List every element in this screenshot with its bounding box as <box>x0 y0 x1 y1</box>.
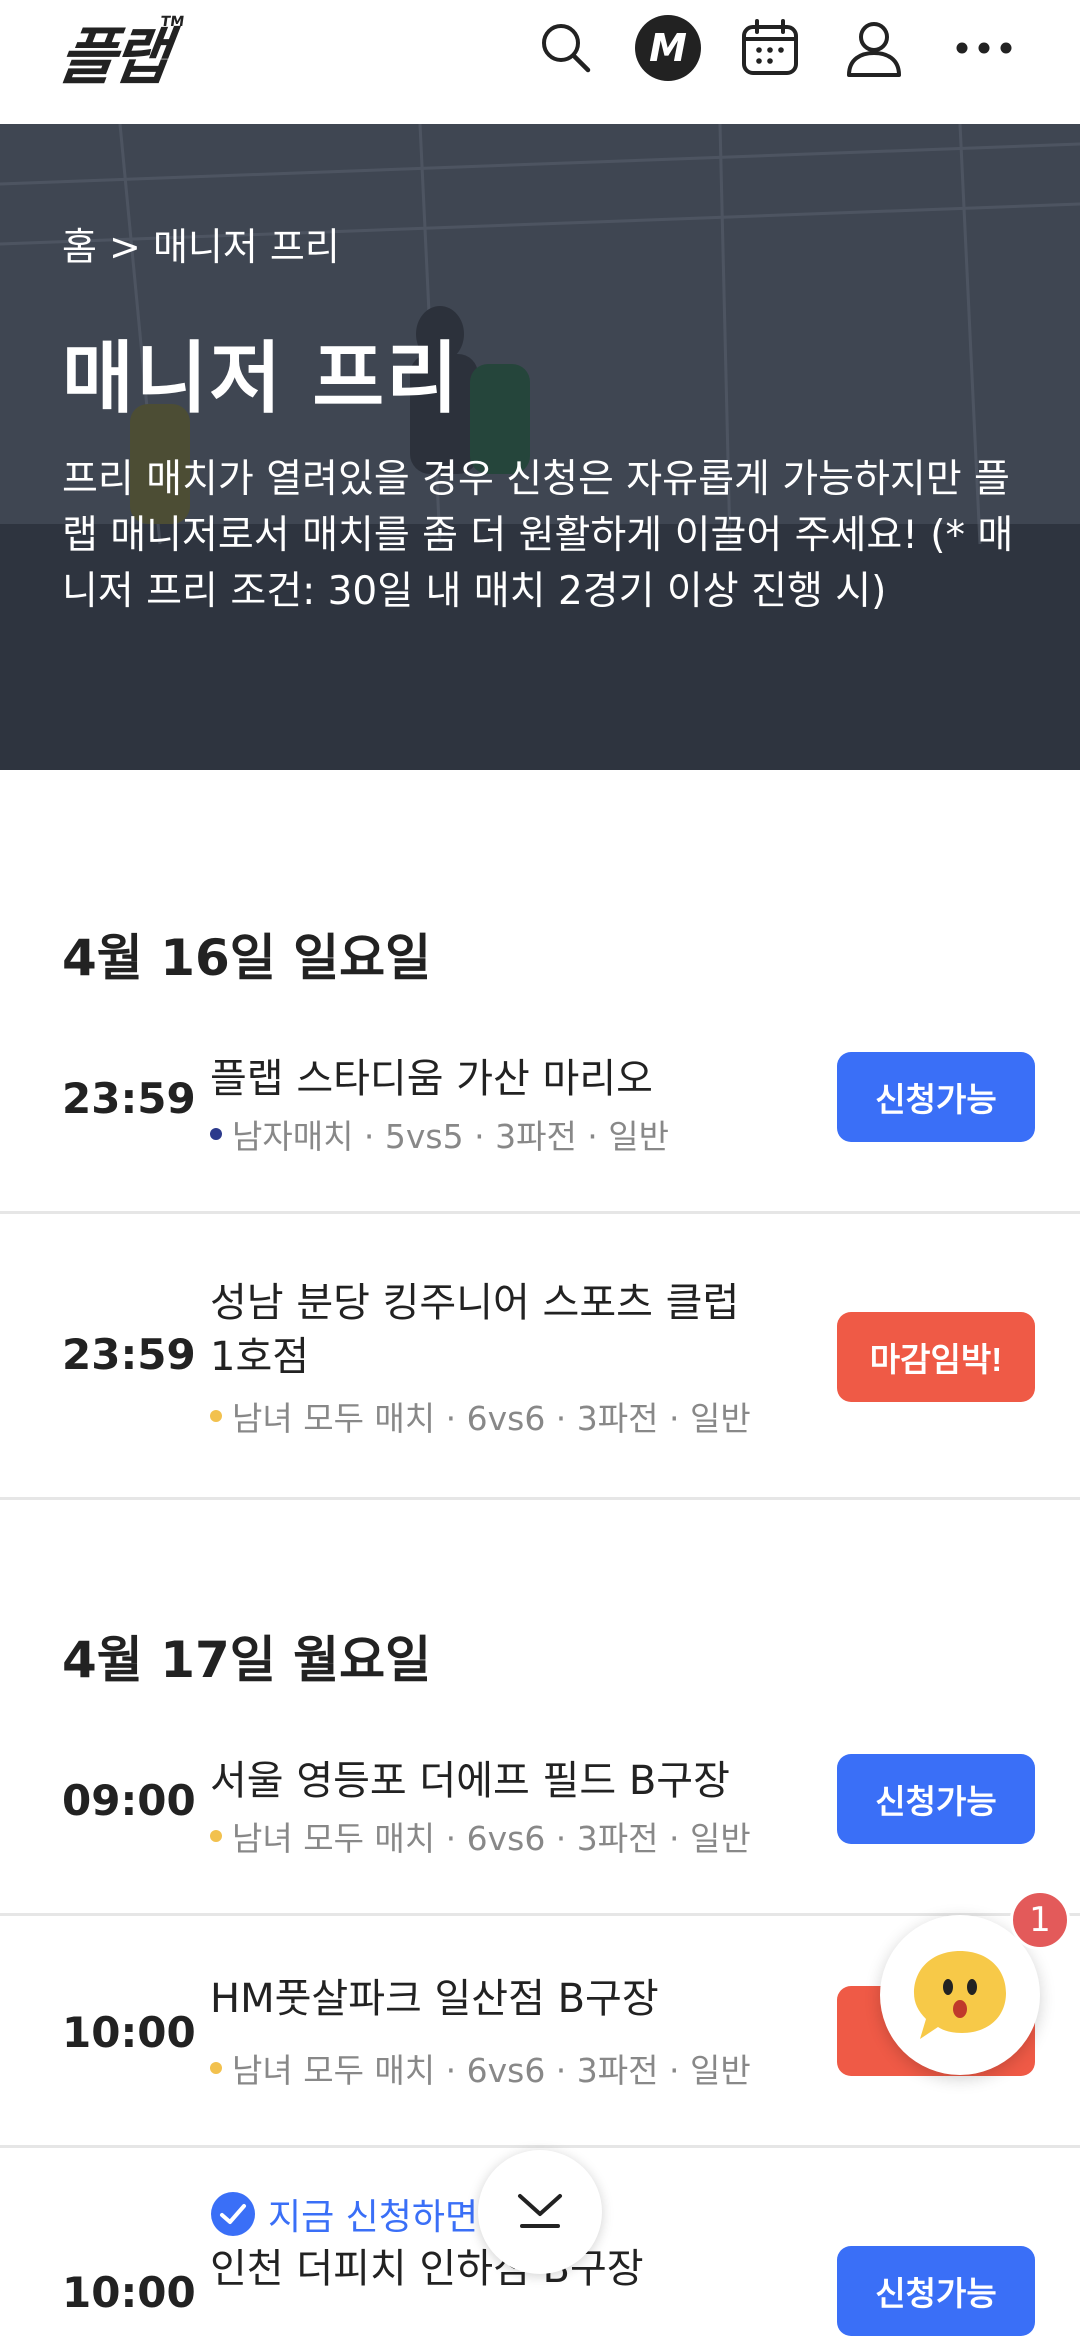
apply-available-button[interactable]: 신청가능 <box>837 2246 1035 2336</box>
chat-face-icon <box>914 1951 1006 2039</box>
page-description: 프리 매치가 열려있을 경우 신청은 자유롭게 가능하지만 플랩 매니저로서 매… <box>62 457 1014 614</box>
page-title: 매니저 프리 <box>62 334 460 424</box>
date-heading: 4월 16일 일요일 <box>62 929 432 987</box>
match-venue: 인천 더피치 인하점 B구장 <box>210 2246 644 2292</box>
user-icon[interactable] <box>834 8 914 88</box>
breadcrumb[interactable]: 홈 > 매니저 프리 <box>62 216 340 271</box>
match-type-dot <box>210 1830 222 1842</box>
logo-trademark: TM <box>159 14 186 30</box>
match-time: 10:00 <box>62 2008 196 2057</box>
match-time: 23:59 <box>62 1330 196 1379</box>
match-type-dot <box>210 2062 222 2074</box>
match-meta: 남녀 모두 매치 · 6vs6 · 3파전 · 일반 <box>210 2044 751 2092</box>
match-time: 10:00 <box>62 2268 196 2317</box>
match-row[interactable]: 09:00 서울 영등포 더에프 필드 B구장 남녀 모두 매치 · 6vs6 … <box>0 1712 1080 1916</box>
match-venue: 서울 영등포 더에프 필드 B구장 <box>210 1758 730 1804</box>
match-meta-text: 남자매치 · 5vs5 · 3파전 · 일반 <box>232 1117 669 1156</box>
match-time: 09:00 <box>62 1776 196 1825</box>
match-row[interactable]: 23:59 플랩 스타디움 가산 마리오 남자매치 · 5vs5 · 3파전 ·… <box>0 1010 1080 1214</box>
apply-available-button[interactable]: 신청가능 <box>837 1754 1035 1844</box>
search-icon[interactable] <box>526 8 606 88</box>
match-meta-text: 남녀 모두 매치 · 6vs6 · 3파전 · 일반 <box>232 1399 751 1438</box>
match-venue: HM풋살파크 일산점 B구장 <box>210 1976 659 2022</box>
manager-letter: M <box>635 15 701 81</box>
calendar-icon[interactable] <box>730 8 810 88</box>
match-meta-text: 남녀 모두 매치 · 6vs6 · 3파전 · 일반 <box>232 2051 751 2090</box>
match-type-dot <box>210 1410 222 1422</box>
match-meta-text: 남녀 모두 매치 · 6vs6 · 3파전 · 일반 <box>232 1819 751 1858</box>
match-meta: 남녀 모두 매치 · 6vs6 · 3파전 · 일반 <box>210 1812 751 1860</box>
hero-banner: 홈 > 매니저 프리 매니저 프리 프리 매치가 열려있을 경우 신청은 자유롭… <box>0 124 1080 770</box>
match-row[interactable]: 23:59 성남 분당 킹주니어 스포츠 클럽 1호점 남녀 모두 매치 · 6… <box>0 1214 1080 1500</box>
closing-soon-button[interactable]: 마감임박! <box>837 1312 1035 1402</box>
scroll-down-button[interactable] <box>478 2150 602 2274</box>
top-header: 플랩 TM M <box>0 0 1080 124</box>
match-meta: 남자매치 · 5vs5 · 3파전 · 일반 <box>210 1110 669 1158</box>
notification-badge: 1 <box>1010 1890 1070 1950</box>
discount-badge-icon <box>211 2192 255 2236</box>
manager-m-icon[interactable]: M <box>628 8 708 88</box>
match-time: 23:59 <box>62 1074 196 1123</box>
chevron-down-icon <box>518 2194 562 2228</box>
date-heading: 4월 17일 월요일 <box>62 1631 432 1689</box>
match-meta: 남녀 모두 매치 · 6vs6 · 3파전 · 일반 <box>210 1392 751 1440</box>
match-venue: 플랩 스타디움 가산 마리오 <box>210 1056 653 1102</box>
more-icon[interactable] <box>944 8 1024 88</box>
match-type-dot <box>210 1128 222 1140</box>
plab-logo[interactable]: 플랩 TM <box>54 6 185 96</box>
apply-available-button[interactable]: 신청가능 <box>837 1052 1035 1142</box>
logo-text: 플랩 <box>54 20 171 93</box>
match-venue: 성남 분당 킹주니어 스포츠 클럽 1호점 <box>210 1280 740 1380</box>
